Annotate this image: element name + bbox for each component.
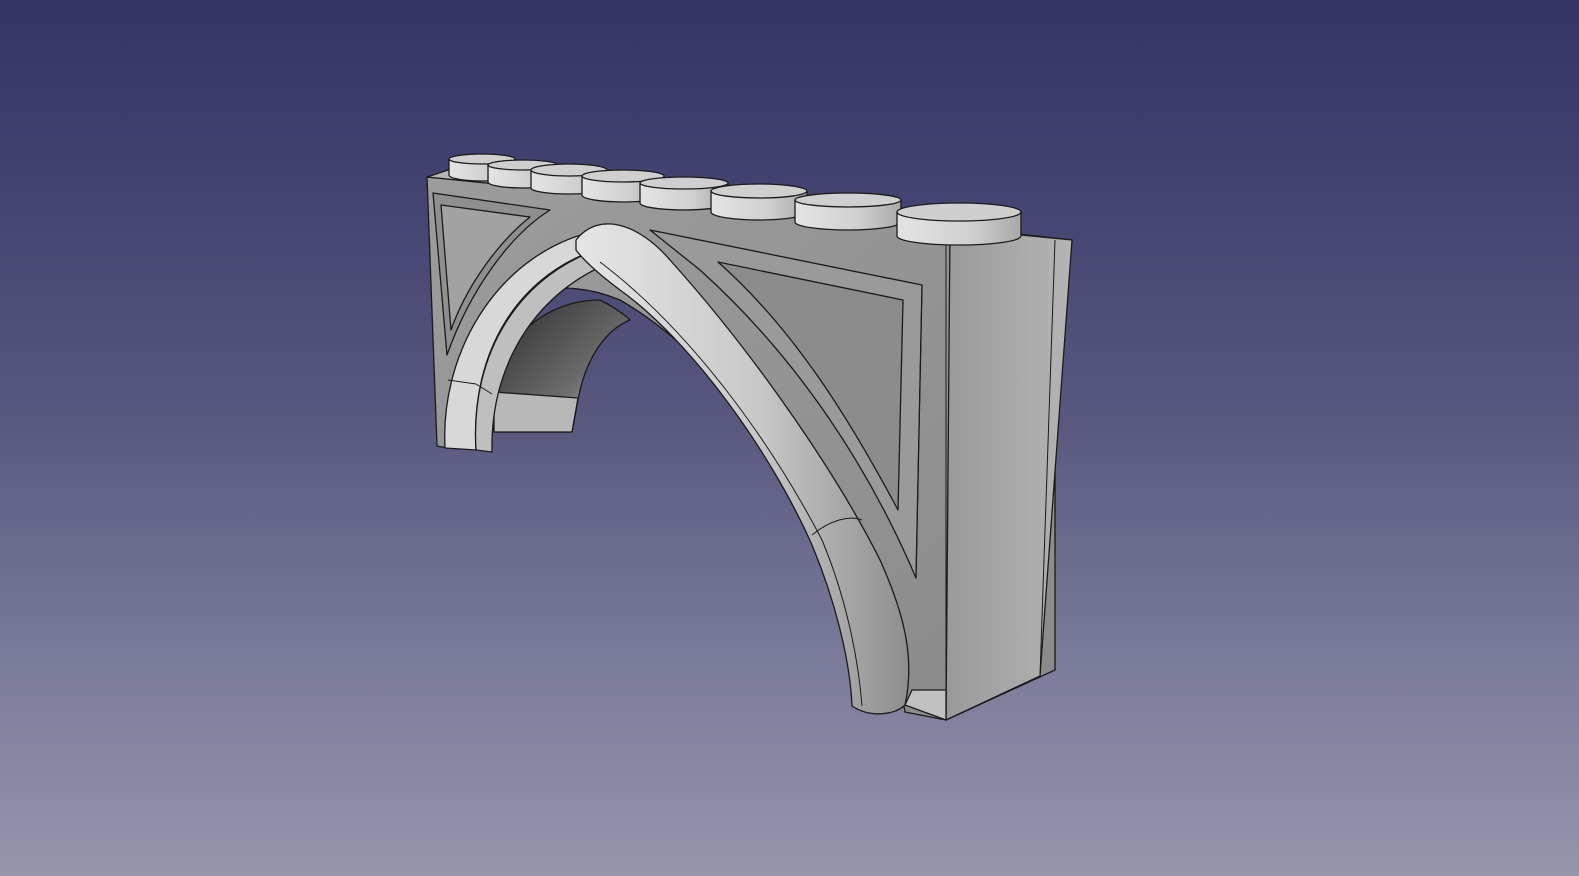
stud-7	[794, 192, 902, 231]
3d-model-scene[interactable]	[0, 0, 1579, 876]
stud-6	[710, 183, 808, 221]
3d-viewport[interactable]	[0, 0, 1579, 876]
stud-8	[896, 202, 1022, 246]
